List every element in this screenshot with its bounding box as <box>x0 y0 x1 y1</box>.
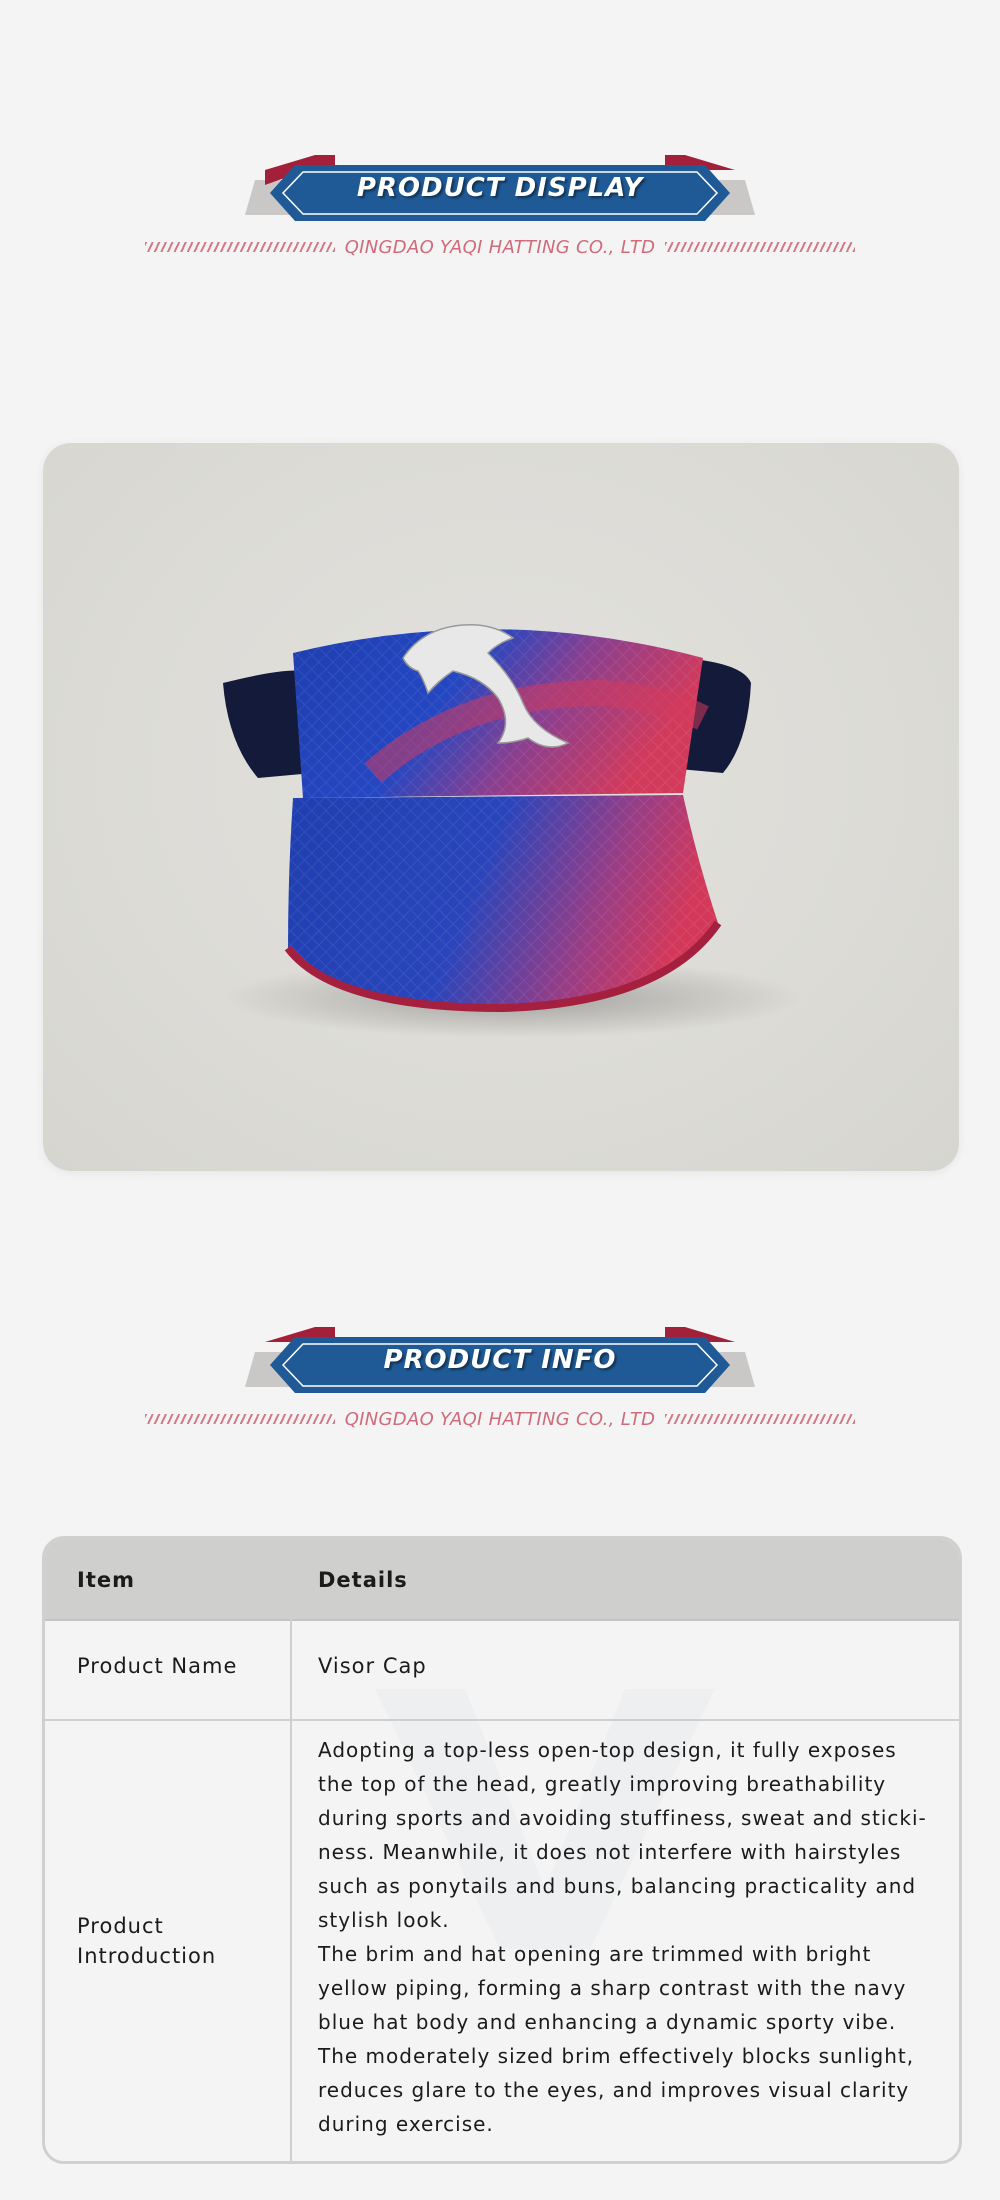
product-info-table: Item Details Product Name Visor Cap Prod… <box>42 1536 962 2164</box>
detail-line: ness. Meanwhile, it does not interfere w… <box>318 1840 902 1864</box>
detail-line: during sports and avoiding stuffiness, s… <box>318 1806 927 1830</box>
visor-cap-image <box>223 624 803 1038</box>
row-item-label: Product Introduction <box>77 1914 217 1968</box>
section-title: PRODUCT INFO <box>383 1345 617 1375</box>
detail-line: such as ponytails and buns, balancing pr… <box>318 1874 917 1898</box>
table-header-row: Item Details <box>45 1539 959 1621</box>
hatch-decoration-right <box>665 242 855 252</box>
row-details: Adopting a top-less open-top design, it … <box>318 1733 930 2141</box>
company-subline: QINGDAO YAQI HATTING CO., LTD <box>0 237 1000 261</box>
detail-line: yellow piping, forming a sharp contrast … <box>318 1976 907 2000</box>
table-row: Product Name Visor Cap <box>45 1619 959 1721</box>
section-title: PRODUCT DISPLAY <box>356 173 644 203</box>
company-subline: QINGDAO YAQI HATTING CO., LTD <box>0 1409 1000 1433</box>
detail-line: the top of the head, greatly improving b… <box>318 1772 887 1796</box>
detail-line: reduces glare to the eyes, and improves … <box>318 2078 910 2102</box>
row-details: Visor Cap <box>318 1654 427 1678</box>
product-display-banner: PRODUCT DISPLAY QINGDAO YAQI HATTING CO.… <box>0 155 1000 285</box>
table-row: Product Introduction Adopting a top-less… <box>45 1721 959 2161</box>
detail-line: Adopting a top-less open-top design, it … <box>318 1738 897 1762</box>
detail-line: stylish look. <box>318 1908 450 1932</box>
header-details: Details <box>318 1568 408 1592</box>
detail-line: The moderately sized brim effectively bl… <box>318 2044 915 2068</box>
row-item-label: Product Name <box>77 1654 238 1678</box>
detail-line: The brim and hat opening are trimmed wit… <box>318 1942 872 1966</box>
product-info-banner: PRODUCT INFO QINGDAO YAQI HATTING CO., L… <box>0 1327 1000 1457</box>
product-photo <box>43 443 959 1171</box>
detail-line: blue hat body and enhancing a dynamic sp… <box>318 2010 897 2034</box>
hatch-decoration-right <box>665 1414 855 1424</box>
detail-line: during exercise. <box>318 2112 494 2136</box>
header-item: Item <box>77 1568 135 1592</box>
column-divider <box>290 1539 292 2161</box>
